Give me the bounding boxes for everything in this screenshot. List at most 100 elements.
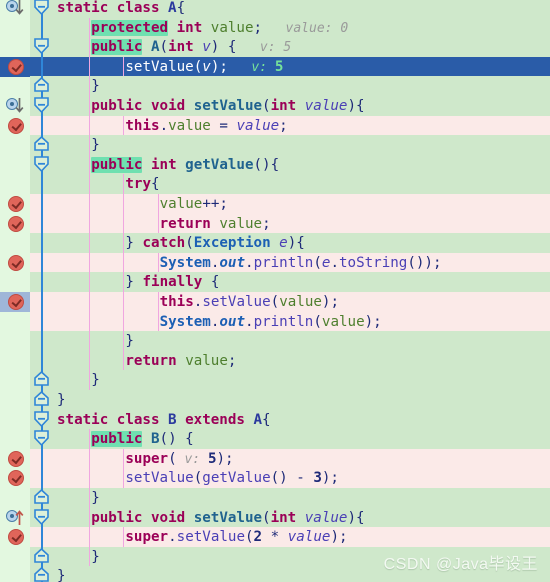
code-line[interactable]: setValue(v); v: 5: [0, 57, 550, 77]
breakpoint-verified-icon[interactable]: [8, 59, 24, 75]
code-line[interactable]: }: [0, 390, 550, 410]
indent-guide: [157, 292, 159, 312]
breakpoint-verified-icon[interactable]: [8, 529, 24, 545]
code-line[interactable]: try{: [0, 174, 550, 194]
code-line[interactable]: super.setValue(2 * value);: [0, 527, 550, 547]
fold-toggle-expanded[interactable]: [33, 97, 50, 114]
token: value: [304, 98, 348, 114]
code-line[interactable]: }: [0, 76, 550, 96]
token: (: [185, 235, 194, 251]
fold-toggle-collapsed-end[interactable]: [33, 77, 50, 94]
implemented-down-icon[interactable]: [6, 0, 24, 17]
fold-toggle-collapsed-end[interactable]: [33, 391, 50, 408]
code-line[interactable]: }: [0, 370, 550, 390]
code-line[interactable]: }: [0, 135, 550, 155]
fold-toggle-collapsed-end[interactable]: [33, 548, 50, 565]
token: value: [219, 216, 263, 232]
code-line[interactable]: public B() {: [0, 429, 550, 449]
fold-toggle-collapsed-end[interactable]: [33, 567, 50, 582]
token: {: [202, 274, 220, 290]
token: v: [202, 39, 211, 55]
indent-guide: [89, 488, 91, 508]
overrides-up-icon[interactable]: [6, 509, 24, 527]
code-line[interactable]: }: [0, 331, 550, 351]
token: ){: [347, 510, 365, 526]
code-line[interactable]: public int getValue(){: [0, 155, 550, 175]
fold-toggle-expanded[interactable]: [33, 156, 50, 173]
token: static: [57, 412, 117, 428]
fold-toggle-expanded[interactable]: [33, 38, 50, 55]
token: this: [125, 118, 160, 134]
code-line[interactable]: protected int value; value: 0: [0, 18, 550, 38]
fold-toggle-collapsed-end[interactable]: [33, 136, 50, 153]
code-line[interactable]: public A(int v) { v: 5: [0, 37, 550, 57]
token: finally: [142, 274, 203, 290]
code-line[interactable]: setValue(getValue() - 3);: [0, 468, 550, 488]
code-line[interactable]: }: [0, 488, 550, 508]
token: value: [321, 314, 365, 330]
implemented-down-icon[interactable]: [6, 97, 24, 115]
token: 3: [313, 470, 322, 486]
indent-guide: [123, 253, 125, 273]
breakpoint-verified-icon[interactable]: [8, 451, 24, 467]
token: System: [159, 314, 211, 330]
token: ;: [279, 118, 288, 134]
line-text: value++;: [160, 194, 228, 214]
code-line[interactable]: public void setValue(int value){: [0, 96, 550, 116]
fold-toggle-expanded[interactable]: [33, 0, 50, 16]
token: ;: [253, 20, 263, 36]
code-line[interactable]: value++;: [0, 194, 550, 214]
fold-toggle-expanded[interactable]: [33, 430, 50, 447]
code-line[interactable]: public void setValue(int value){: [0, 508, 550, 528]
indent-guide: [123, 468, 125, 488]
token: () -: [270, 470, 314, 486]
token: class: [116, 0, 169, 16]
code-line[interactable]: System.out.println(value);: [0, 312, 550, 332]
token: (: [313, 314, 322, 330]
code-editor[interactable]: static class A{protected int value; valu…: [0, 0, 550, 582]
line-text: return value;: [125, 351, 236, 371]
code-line[interactable]: super( v: 5);: [0, 449, 550, 469]
code-line[interactable]: } catch(Exception e){: [0, 233, 550, 253]
token: println: [253, 314, 314, 330]
token: A: [253, 412, 263, 428]
token: .: [245, 255, 254, 271]
token: setValue: [125, 470, 194, 486]
breakpoint-verified-icon[interactable]: [8, 294, 24, 310]
code-line[interactable]: this.value = value;: [0, 116, 550, 136]
fold-toggle-expanded[interactable]: [33, 411, 50, 428]
indent-guide: [123, 351, 125, 371]
breakpoint-verified-icon[interactable]: [8, 470, 24, 486]
code-line[interactable]: } finally {: [0, 272, 550, 292]
line-text: }: [125, 331, 134, 351]
breakpoint-verified-icon[interactable]: [8, 255, 24, 271]
token: B: [150, 431, 160, 447]
breakpoint-verified-icon[interactable]: [8, 118, 24, 134]
code-line[interactable]: static class A{: [0, 0, 550, 18]
indent-guide: [89, 292, 91, 312]
token: ());: [407, 255, 442, 271]
token: v: [202, 59, 211, 75]
line-text: System.out.println(value);: [160, 312, 382, 332]
code-line[interactable]: return value;: [0, 351, 550, 371]
token: );: [321, 294, 340, 310]
fold-toggle-collapsed-end[interactable]: [33, 489, 50, 506]
line-background: [30, 370, 550, 390]
breakpoint-verified-icon[interactable]: [8, 216, 24, 232]
marker-arrow: [15, 97, 24, 114]
fold-toggle-expanded[interactable]: [33, 509, 50, 526]
token: getValue: [202, 470, 271, 486]
line-text: try{: [125, 174, 159, 194]
breakpoint-verified-icon[interactable]: [8, 196, 24, 212]
code-line[interactable]: return value;: [0, 214, 550, 234]
token: v:: [236, 40, 284, 55]
token: }: [91, 490, 100, 506]
code-line[interactable]: static class B extends A{: [0, 410, 550, 430]
code-line[interactable]: this.setValue(value);: [0, 292, 550, 312]
line-text: this.setValue(value);: [160, 292, 339, 312]
code-line[interactable]: System.out.println(e.toString());: [0, 253, 550, 273]
fold-toggle-collapsed-end[interactable]: [33, 371, 50, 388]
